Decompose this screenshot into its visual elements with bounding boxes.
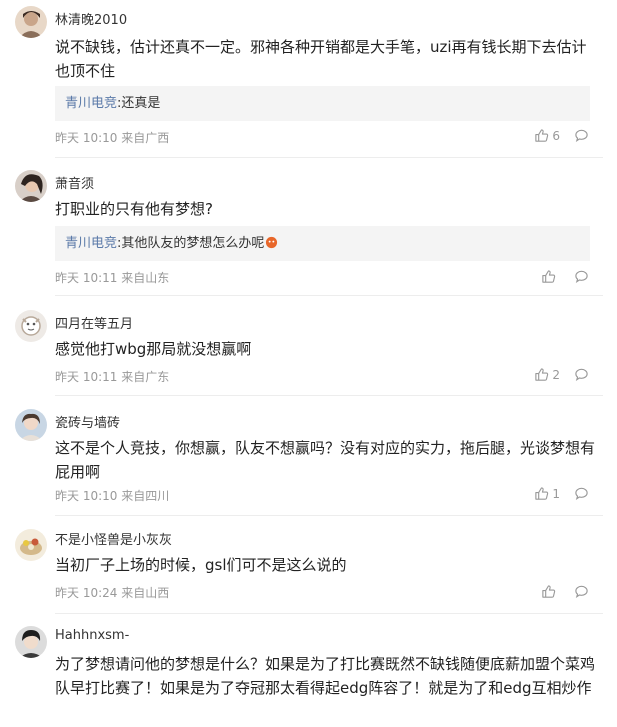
thumbs-up-icon (542, 585, 556, 598)
like-count: 6 (552, 128, 560, 143)
like-button[interactable] (541, 584, 574, 599)
thumbs-up-icon (535, 487, 549, 500)
reply-text: :还真是 (117, 96, 161, 111)
comment-meta: 昨天 10:11 来自山东 (55, 271, 170, 285)
comment-meta: 昨天 10:10 来自广西 (55, 131, 170, 145)
comment-actions: 2 (534, 367, 589, 382)
like-button[interactable] (541, 269, 574, 284)
emoji-icon (266, 236, 278, 249)
comment-author[interactable]: 林清晚2010 (55, 9, 127, 28)
comment-author[interactable]: 四月在等五月 (55, 313, 133, 332)
reply-author[interactable]: 青川电竞 (65, 96, 117, 111)
comment-actions (541, 584, 589, 599)
avatar[interactable] (15, 170, 47, 202)
comment-author[interactable]: 瓷砖与墙砖 (55, 412, 120, 431)
comment-bubble-icon[interactable] (574, 584, 589, 599)
thumbs-up-icon (542, 270, 556, 283)
comment-author[interactable]: 不是小怪兽是小灰灰 (55, 529, 172, 548)
comment-text: 当初厂子上场的时候，gsl们可不是这么说的 (55, 556, 347, 574)
comment-item: 瓷砖与墙砖 这不是个人竞技，你想赢，队友不想赢吗？没有对应的实力，拖后腿，光谈梦… (0, 396, 617, 516)
avatar[interactable] (15, 409, 47, 441)
comment-bubble-icon[interactable] (574, 486, 589, 501)
comment-item: 萧音须 打职业的只有他有梦想? 青川电竞:其他队友的梦想怎么办呢 昨天 10:1… (0, 158, 617, 296)
comment-text: 这不是个人竞技，你想赢，队友不想赢吗？没有对应的实力，拖后腿，光谈梦想有屁用啊 (55, 439, 596, 481)
like-count: 2 (552, 367, 560, 382)
avatar[interactable] (15, 6, 47, 38)
comment-text: 打职业的只有他有梦想? (55, 200, 213, 218)
comment-text: 感觉他打wbg那局就没想赢啊 (55, 340, 252, 358)
reply-preview[interactable]: 青川电竞:还真是 (55, 86, 590, 121)
comment-item: Hahhnxsm- 为了梦想请问他的梦想是什么？如果是为了打比赛既然不缺钱随便底… (0, 614, 617, 727)
comment-bubble-icon[interactable] (574, 269, 589, 284)
comment-text: 为了梦想请问他的梦想是什么？如果是为了打比赛既然不缺钱随便底薪加盟个菜鸡队早打比… (55, 655, 596, 697)
avatar[interactable] (15, 626, 47, 658)
reply-preview[interactable]: 青川电竞:其他队友的梦想怎么办呢 (55, 226, 590, 261)
like-button[interactable]: 1 (534, 486, 574, 501)
avatar[interactable] (15, 310, 47, 342)
comment-item: 四月在等五月 感觉他打wbg那局就没想赢啊 昨天 10:11 来自广东 2 (0, 296, 617, 396)
comment-meta: 昨天 10:10 来自四川 (55, 489, 170, 503)
like-button[interactable]: 6 (534, 128, 574, 143)
comment-meta: 昨天 10:24 来自山西 (55, 586, 170, 600)
comment-actions: 6 (534, 128, 589, 143)
comment-item: 不是小怪兽是小灰灰 当初厂子上场的时候，gsl们可不是这么说的 昨天 10:24… (0, 516, 617, 614)
comment-author[interactable]: Hahhnxsm- (55, 628, 129, 643)
avatar[interactable] (15, 529, 47, 561)
comment-meta: 昨天 10:11 来自广东 (55, 370, 170, 384)
like-count: 1 (552, 486, 560, 501)
comment-actions (541, 269, 589, 284)
like-button[interactable]: 2 (534, 367, 574, 382)
reply-text: :其他队友的梦想怎么办呢 (117, 236, 265, 251)
comment-actions: 1 (534, 486, 589, 501)
reply-author[interactable]: 青川电竞 (65, 236, 117, 251)
comment-text: 说不缺钱，估计还真不一定。邪神各种开销都是大手笔，uzi再有钱长期下去估计也顶不… (55, 38, 587, 80)
thumbs-up-icon (535, 368, 549, 381)
thumbs-up-icon (535, 129, 549, 142)
comment-bubble-icon[interactable] (574, 128, 589, 143)
comment-author[interactable]: 萧音须 (55, 173, 94, 192)
comment-bubble-icon[interactable] (574, 367, 589, 382)
comment-item: 林清晚2010 说不缺钱，估计还真不一定。邪神各种开销都是大手笔，uzi再有钱长… (0, 0, 617, 158)
